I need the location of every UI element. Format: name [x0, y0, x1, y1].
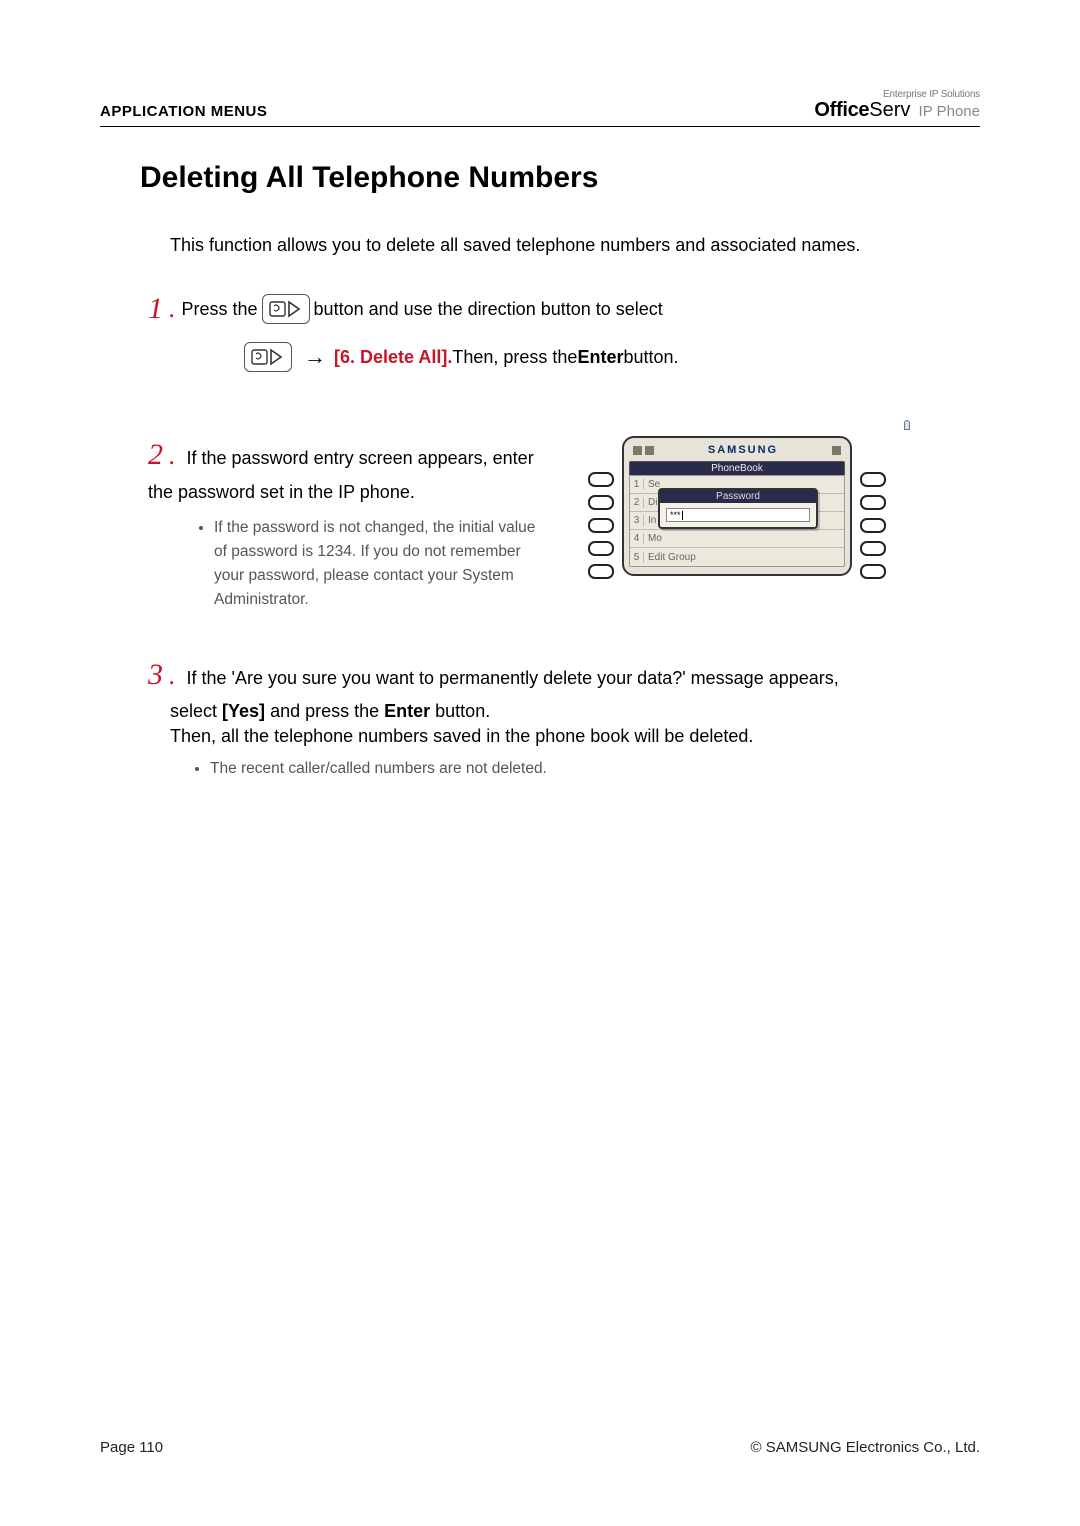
screen-brand: SAMSUNG — [708, 444, 778, 456]
brand-ip-phone: IP Phone — [914, 103, 980, 120]
brand-serv: Serv — [869, 99, 910, 121]
step-1-dot: . — [169, 294, 176, 324]
step-1-text-b: button and use the direction button to s… — [314, 299, 663, 320]
page-header: APPLICATION MENUS Enterprise IP Solution… — [100, 90, 980, 127]
step-3-dot: . — [169, 661, 176, 690]
password-field: *** — [666, 508, 810, 522]
page-title: Deleting All Telephone Numbers — [140, 161, 980, 195]
softkeys-right — [860, 472, 886, 579]
screen-row: 4Mo — [630, 530, 844, 548]
phonebook-button-icon — [244, 342, 292, 372]
screen-row: 5Edit Group — [630, 548, 844, 566]
soft-key — [860, 518, 886, 533]
softkeys-left — [588, 472, 614, 579]
password-popup-title: Password — [660, 490, 816, 503]
phonebook-button-icon — [262, 294, 310, 324]
soft-key — [860, 472, 886, 487]
section-label: APPLICATION MENUS — [100, 103, 267, 120]
step-1-text-a: Press the — [182, 299, 258, 320]
step-3-mid: and press the — [265, 701, 384, 721]
arrow-icon: → — [304, 344, 326, 370]
soft-key — [588, 541, 614, 556]
page: APPLICATION MENUS Enterprise IP Solution… — [0, 0, 1080, 1526]
soft-key — [588, 564, 614, 579]
brand-office: Office — [814, 99, 869, 121]
step-3-select: select — [170, 701, 222, 721]
status-icons — [633, 446, 654, 455]
step-3-line-c: Then, all the telephone numbers saved in… — [170, 726, 980, 747]
screen-title-bar: PhoneBook — [629, 461, 845, 475]
status-icons — [832, 446, 841, 455]
step-2-body: If the password entry screen appears, en… — [148, 448, 534, 502]
intro-paragraph: This function allows you to delete all s… — [170, 235, 980, 256]
device-illustration: SAMSUNG PhoneBook 1Se 2Di 3In 4Mo 5Edit … — [588, 432, 886, 579]
soft-key — [860, 541, 886, 556]
step-3-post: button. — [430, 701, 490, 721]
soft-key — [860, 495, 886, 510]
step-1-button-period: button. — [623, 347, 678, 368]
soft-key — [588, 518, 614, 533]
soft-key — [860, 564, 886, 579]
step-3-note-list: The recent caller/called numbers are not… — [192, 757, 980, 781]
enter-key-label: Enter — [384, 701, 430, 721]
page-number: Page 110 — [100, 1439, 163, 1456]
step-3-note: The recent caller/called numbers are not… — [210, 757, 980, 781]
password-popup: Password *** — [658, 488, 818, 529]
yes-label: [Yes] — [222, 701, 265, 721]
delete-all-menu-label: [6. Delete All]. — [334, 347, 452, 368]
step-3-number: 3 — [148, 658, 163, 691]
step-1: 1. Press the button and use the directio… — [148, 292, 980, 372]
step-2-note: If the password is not changed, the init… — [214, 516, 548, 612]
copyright: © SAMSUNG Electronics Co., Ltd. — [751, 1439, 980, 1456]
step-1-number: 1 — [148, 292, 163, 326]
step-2-dot: . — [169, 441, 176, 470]
brand-block: Enterprise IP Solutions OfficeServ IP Ph… — [814, 90, 980, 120]
text-cursor-icon — [682, 511, 683, 520]
soft-key — [588, 472, 614, 487]
page-footer: Page 110 © SAMSUNG Electronics Co., Ltd. — [100, 1439, 980, 1456]
phone-screen: SAMSUNG PhoneBook 1Se 2Di 3In 4Mo 5Edit … — [622, 436, 852, 576]
stylus-icon — [904, 420, 910, 430]
enter-key-label: Enter — [577, 347, 623, 368]
soft-key — [588, 495, 614, 510]
step-2-note-list: If the password is not changed, the init… — [196, 516, 548, 612]
step-3: 3. If the 'Are you sure you want to perm… — [148, 652, 980, 781]
step-3-line-a: If the 'Are you sure you want to permane… — [182, 668, 839, 688]
step-2-text: 2. If the password entry screen appears,… — [148, 432, 548, 612]
password-masked-value: *** — [670, 509, 681, 521]
step-2-row: 2. If the password entry screen appears,… — [148, 432, 980, 612]
step-1-subrow: → [6. Delete All]. Then, press the Enter… — [240, 342, 980, 372]
step-2-number: 2 — [148, 438, 163, 471]
step-1-then-press: Then, press the — [452, 347, 577, 368]
